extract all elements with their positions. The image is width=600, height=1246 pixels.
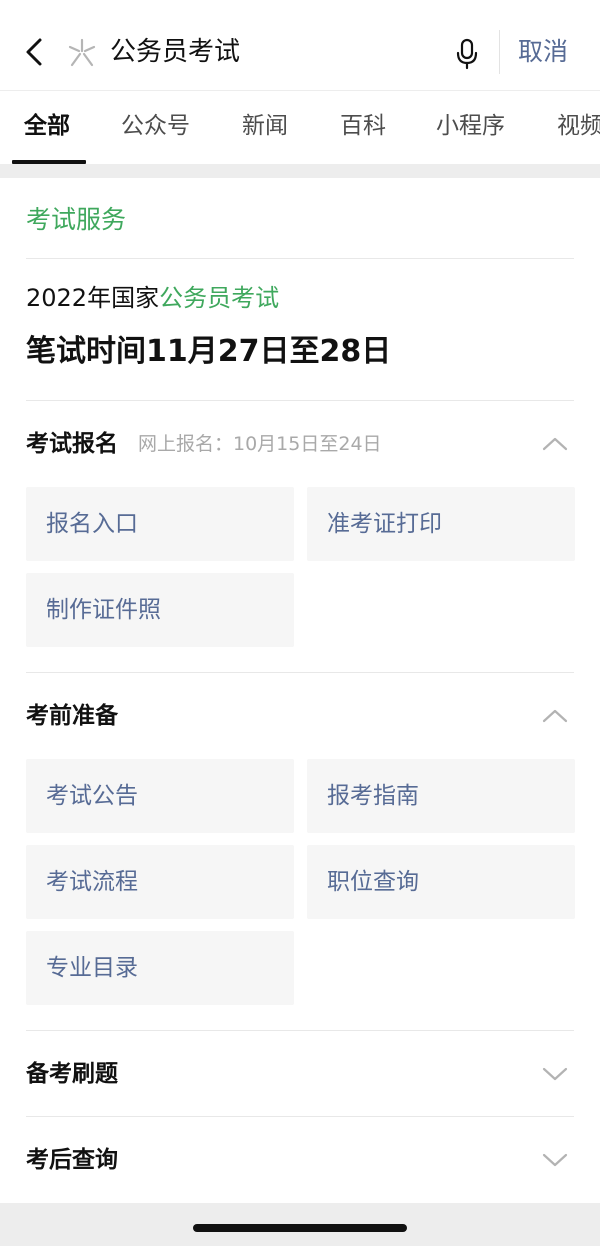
chevron-down-icon <box>542 1153 568 1167</box>
position-search-tile[interactable]: 职位查询 <box>307 845 575 919</box>
tab-all[interactable]: 全部 <box>24 109 70 143</box>
section-title-registration[interactable]: 考试报名 <box>26 427 118 461</box>
section-title-preparation[interactable]: 考前准备 <box>26 699 118 733</box>
exam-process-tile[interactable]: 考试流程 <box>26 845 294 919</box>
divider <box>26 1030 574 1031</box>
exam-subtitle-highlight: 公务员考试 <box>159 284 280 312</box>
voice-search-button[interactable] <box>450 34 484 74</box>
tile-label: 准考证打印 <box>327 511 442 537</box>
search-header: 公务员考试 取消 <box>0 0 600 91</box>
collapse-preparation-button[interactable] <box>541 702 569 730</box>
back-button[interactable] <box>14 30 54 74</box>
microphone-icon <box>456 38 478 70</box>
tile-label: 职位查询 <box>327 869 419 895</box>
tile-label: 报考指南 <box>327 783 419 809</box>
chevron-down-icon <box>542 1067 568 1081</box>
expand-practice-button[interactable] <box>541 1060 569 1088</box>
tile-label: 报名入口 <box>46 511 138 537</box>
tab-videos[interactable]: 视频 <box>557 109 600 143</box>
divider <box>26 400 574 401</box>
registration-period-note: 网上报名：10月15日至24日 <box>138 433 382 455</box>
id-photo-tile[interactable]: 制作证件照 <box>26 573 294 647</box>
admission-ticket-print-tile[interactable]: 准考证打印 <box>307 487 575 561</box>
chevron-up-icon <box>542 437 568 451</box>
chevron-left-icon <box>26 38 42 66</box>
tile-label: 制作证件照 <box>46 597 161 623</box>
search-input[interactable]: 公务员考试 <box>110 34 240 70</box>
major-catalog-tile[interactable]: 专业目录 <box>26 931 294 1005</box>
home-indicator[interactable] <box>193 1224 407 1232</box>
application-guide-tile[interactable]: 报考指南 <box>307 759 575 833</box>
tile-label: 考试流程 <box>46 869 138 895</box>
divider <box>26 672 574 673</box>
registration-entry-tile[interactable]: 报名入口 <box>26 487 294 561</box>
tab-mini-programs[interactable]: 小程序 <box>436 109 505 143</box>
service-title[interactable]: 考试服务 <box>26 202 126 238</box>
tile-label: 专业目录 <box>46 955 138 981</box>
cancel-button[interactable]: 取消 <box>518 34 568 70</box>
sparkle-icon <box>68 38 96 67</box>
section-separator <box>0 164 600 178</box>
exam-headline: 笔试时间11月27日至28日 <box>26 334 392 369</box>
divider <box>26 1116 574 1117</box>
section-title-post-exam[interactable]: 考后查询 <box>26 1143 118 1177</box>
chevron-up-icon <box>542 709 568 723</box>
tab-news[interactable]: 新闻 <box>242 109 288 143</box>
section-title-practice[interactable]: 备考刷题 <box>26 1057 118 1091</box>
tab-official-accounts[interactable]: 公众号 <box>121 109 190 143</box>
expand-post-exam-button[interactable] <box>541 1146 569 1174</box>
collapse-registration-button[interactable] <box>541 430 569 458</box>
tab-encyclopedia[interactable]: 百科 <box>340 109 386 143</box>
exam-subtitle: 2022年国家公务员考试 <box>26 280 279 316</box>
divider <box>26 258 574 259</box>
exam-announcement-tile[interactable]: 考试公告 <box>26 759 294 833</box>
search-tabs: 全部 公众号 新闻 百科 小程序 视频 <box>0 91 600 164</box>
exam-service-card: 考试服务 2022年国家公务员考试 笔试时间11月27日至28日 考试报名 网上… <box>0 178 600 1203</box>
exam-subtitle-prefix: 2022年国家 <box>26 284 160 312</box>
tile-label: 考试公告 <box>46 783 138 809</box>
header-divider <box>499 30 500 74</box>
